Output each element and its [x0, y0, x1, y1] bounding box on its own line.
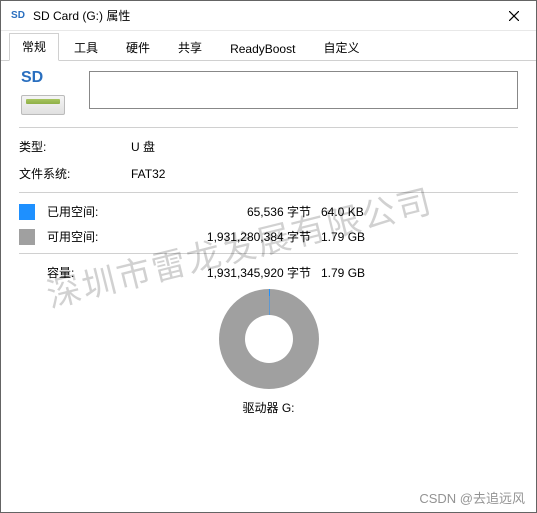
tab-sharing[interactable]: 共享	[165, 34, 215, 61]
used-space-swatch	[19, 204, 35, 220]
filesystem-value: FAT32	[131, 167, 165, 181]
divider	[19, 127, 518, 128]
divider	[19, 253, 518, 254]
free-space-label: 可用空间:	[47, 228, 131, 245]
used-space-human: 64.0 KB	[321, 205, 391, 219]
filesystem-label: 文件系统:	[19, 165, 131, 182]
divider	[19, 192, 518, 193]
sd-card-icon: SD	[9, 7, 27, 25]
tab-strip: 常规 工具 硬件 共享 ReadyBoost 自定义	[1, 31, 536, 61]
drive-letter-label: 驱动器 G:	[19, 399, 518, 416]
capacity-label: 容量:	[47, 264, 131, 281]
titlebar[interactable]: SD SD Card (G:) 属性	[1, 1, 536, 31]
tab-readyboost[interactable]: ReadyBoost	[217, 37, 308, 61]
tab-customize[interactable]: 自定义	[310, 34, 372, 61]
tab-hardware[interactable]: 硬件	[113, 34, 163, 61]
window-title: SD Card (G:) 属性	[33, 7, 491, 24]
tab-content-general: SD 类型: U 盘 文件系统: FAT32 已用空间: 65,536 字节 6…	[1, 61, 536, 512]
free-space-bytes: 1,931,280,384 字节	[131, 228, 321, 245]
type-label: 类型:	[19, 138, 131, 155]
close-button[interactable]	[491, 1, 536, 31]
type-value: U 盘	[131, 138, 155, 155]
capacity-bytes: 1,931,345,920 字节	[131, 264, 321, 281]
capacity-human: 1.79 GB	[321, 266, 391, 280]
properties-dialog: SD SD Card (G:) 属性 常规 工具 硬件 共享 ReadyBoos…	[0, 0, 537, 513]
tab-tools[interactable]: 工具	[61, 34, 111, 61]
used-space-bytes: 65,536 字节	[131, 203, 321, 220]
used-space-label: 已用空间:	[47, 203, 131, 220]
free-space-swatch	[19, 229, 35, 245]
disk-usage-pie-chart	[219, 289, 319, 389]
free-space-human: 1.79 GB	[321, 230, 391, 244]
tab-general[interactable]: 常规	[9, 33, 59, 61]
volume-name-input[interactable]	[89, 71, 518, 109]
drive-large-icon: SD	[19, 71, 71, 119]
